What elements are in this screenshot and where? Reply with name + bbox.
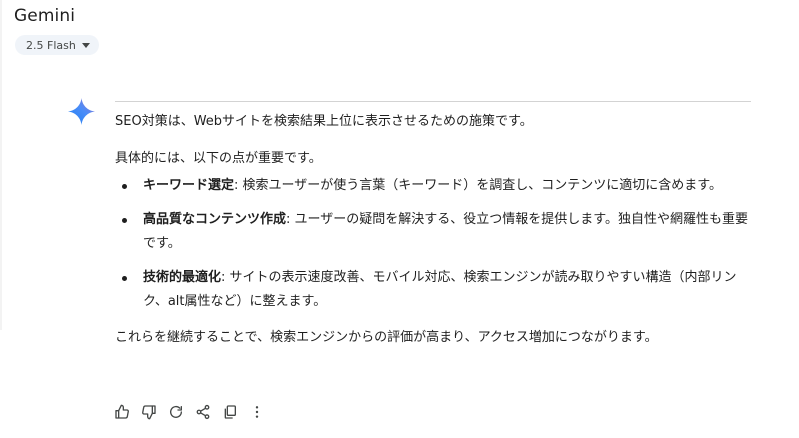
point-text: : 検索ユーザーが使う言葉（キーワード）を調査し、コンテンツに適切に含めます。 [234, 178, 722, 193]
list-item: 高品質なコンテンツ作成: ユーザーの疑問を解決する、役立つ情報を提供します。独自… [115, 208, 755, 256]
gemini-sparkle-icon [68, 98, 95, 125]
model-selector[interactable]: 2.5 Flash [15, 35, 99, 55]
thumb-down-icon [142, 405, 156, 420]
share-icon [196, 404, 210, 420]
more-vert-icon [255, 406, 259, 418]
copy-button[interactable] [221, 403, 239, 421]
response-lead: 具体的には、以下の点が重要です。 [115, 151, 322, 166]
key-points-list: キーワード選定: 検索ユーザーが使う言葉（キーワード）を調査し、コンテンツに適切… [115, 174, 755, 314]
point-text: : サイトの表示速度改善、モバイル対応、検索エンジンが読み取りやすい構造（内部リ… [143, 270, 737, 309]
thumb-up-icon [115, 404, 129, 419]
copy-icon [224, 405, 236, 419]
point-term: 高品質なコンテンツ作成 [143, 212, 287, 227]
response-actions [113, 403, 266, 421]
response-body: SEO対策は、Webサイトを検索結果上位に表示させるための施策です。 具体的には… [115, 110, 755, 350]
app-title: Gemini [14, 6, 76, 26]
response-divider [115, 101, 751, 102]
thumb-up-button[interactable] [113, 403, 131, 421]
more-options-button[interactable] [248, 403, 266, 421]
point-term: キーワード選定 [143, 178, 235, 193]
share-button[interactable] [194, 403, 212, 421]
thumb-down-button[interactable] [140, 403, 158, 421]
model-selector-label: 2.5 Flash [26, 38, 76, 52]
gemini-chat-page: Gemini 2.5 Flash SEO対策は、Webサイトを検索結果上位に表示… [0, 0, 799, 438]
response-intro: SEO対策は、Webサイトを検索結果上位に表示させるための施策です。 [115, 114, 533, 129]
response-closing: これらを継続することで、検索エンジンからの評価が高まり、アクセス増加につながりま… [115, 330, 658, 345]
chevron-down-icon [81, 43, 90, 48]
point-term: 技術的最適化 [143, 270, 222, 285]
list-item: 技術的最適化: サイトの表示速度改善、モバイル対応、検索エンジンが読み取りやすい… [115, 266, 755, 314]
regenerate-button[interactable] [167, 403, 185, 421]
regenerate-icon [170, 405, 182, 418]
left-edge-strip [0, 0, 2, 330]
list-item: キーワード選定: 検索ユーザーが使う言葉（キーワード）を調査し、コンテンツに適切… [115, 174, 755, 198]
